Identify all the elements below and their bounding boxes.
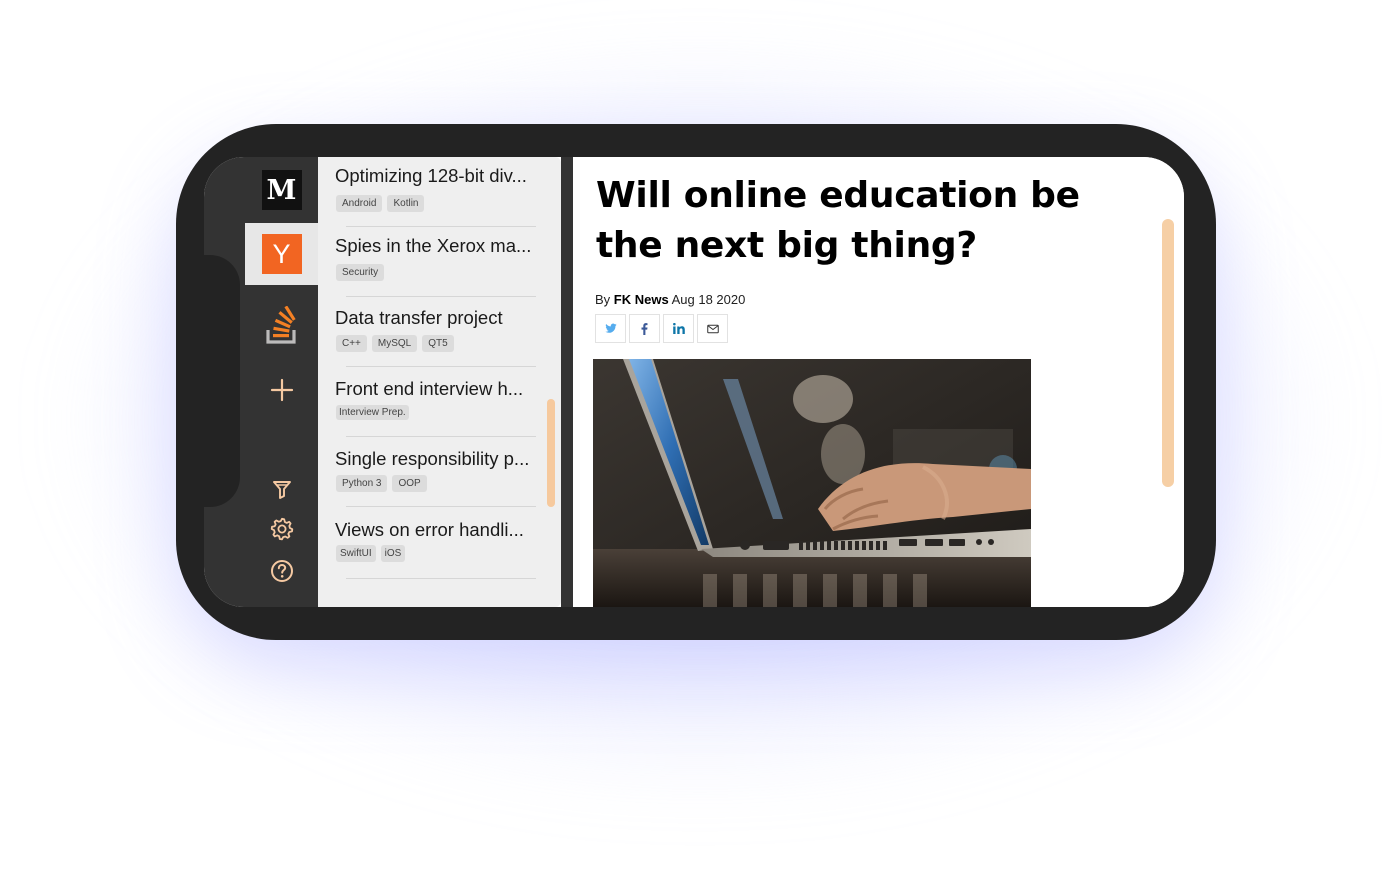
item-tags: C++ MySQL QT5: [336, 335, 454, 352]
laptop-typing-photo: [593, 359, 1031, 607]
list-item[interactable]: Data transfer project C++ MySQL QT5: [318, 297, 561, 367]
filter-button[interactable]: [245, 472, 318, 506]
share-linkedin-button[interactable]: [663, 314, 694, 343]
add-source-button[interactable]: [245, 359, 318, 421]
tag[interactable]: Android: [336, 195, 383, 212]
divider: [346, 578, 536, 579]
plus-icon: [270, 378, 293, 402]
article-scrollbar[interactable]: [1162, 219, 1174, 487]
tag[interactable]: Kotlin: [387, 195, 425, 212]
item-title: Optimizing 128-bit div...: [335, 165, 527, 186]
linkedin-icon: [672, 323, 685, 334]
story-list: Optimizing 128-bit div... Android Kotlin…: [318, 157, 561, 607]
help-icon: [270, 560, 293, 582]
settings-icon: [270, 517, 293, 541]
item-tags: Python 3 OOP: [336, 475, 427, 492]
pane-divider: [561, 157, 573, 607]
stack-overflow-logo-icon: [265, 306, 296, 344]
tag[interactable]: QT5: [422, 335, 454, 352]
list-item[interactable]: Front end interview h... Interview Prep.: [318, 367, 561, 437]
share-email-button[interactable]: [697, 314, 728, 343]
source-stack-overflow[interactable]: [245, 295, 318, 357]
source-hacker-news[interactable]: Y: [245, 223, 318, 285]
item-title: Front end interview h...: [335, 378, 524, 399]
tag[interactable]: Security: [336, 264, 385, 281]
list-item[interactable]: Views on error handli... SwiftUI iOS: [318, 509, 561, 579]
article-date: Aug 18 2020: [671, 292, 746, 307]
source-medium[interactable]: M: [245, 159, 318, 221]
phone-notch: [204, 255, 240, 507]
article-headline: Will online education be the next big th…: [596, 175, 1080, 266]
article-author[interactable]: FK News: [614, 292, 669, 307]
sources-sidebar: M Y: [204, 157, 318, 607]
tag[interactable]: OOP: [392, 475, 427, 492]
list-item[interactable]: Single responsibility p... Python 3 OOP: [318, 437, 561, 507]
share-twitter-button[interactable]: [595, 314, 626, 343]
settings-button[interactable]: [245, 512, 318, 546]
facebook-icon: [641, 322, 648, 335]
item-title: Spies in the Xerox ma...: [335, 235, 532, 256]
article-byline: By FK News Aug 18 2020: [595, 292, 745, 307]
share-bar: [595, 314, 731, 343]
article-hero-image: [593, 359, 1031, 607]
help-button[interactable]: [245, 554, 318, 588]
article-pane: Will online education be the next big th…: [573, 157, 1184, 607]
mail-icon: [706, 324, 719, 333]
tag[interactable]: iOS: [380, 545, 406, 562]
tag[interactable]: MySQL: [371, 335, 418, 352]
share-facebook-button[interactable]: [629, 314, 660, 343]
hacker-news-logo-icon: Y: [261, 234, 302, 274]
item-tags: Android Kotlin: [336, 195, 425, 212]
item-tags: SwiftUI iOS: [336, 545, 406, 562]
tag[interactable]: Interview Prep.: [336, 405, 409, 420]
phone-screen: M Y Optimizing 128-bit div... Android Ko…: [204, 157, 1184, 607]
list-item[interactable]: Spies in the Xerox ma... Security: [318, 227, 561, 297]
tag[interactable]: Python 3: [336, 475, 388, 492]
byline-prefix: By: [595, 292, 611, 307]
tag[interactable]: SwiftUI: [336, 545, 376, 562]
filter-icon: [272, 481, 291, 499]
list-scrollbar[interactable]: [547, 399, 555, 507]
item-tags: Security: [336, 264, 385, 281]
tag[interactable]: C++: [336, 335, 367, 352]
item-tags: Interview Prep.: [336, 405, 409, 420]
item-title: Single responsibility p...: [335, 448, 530, 469]
divider: [346, 506, 536, 507]
medium-logo-icon: M: [261, 170, 302, 210]
twitter-icon: [604, 323, 617, 333]
item-title: Data transfer project: [335, 307, 503, 328]
list-item[interactable]: Optimizing 128-bit div... Android Kotlin: [318, 157, 561, 227]
item-title: Views on error handli...: [335, 519, 524, 540]
